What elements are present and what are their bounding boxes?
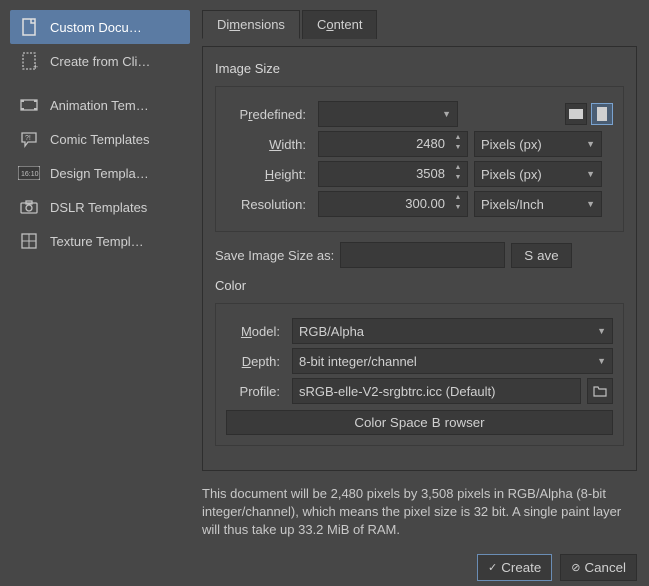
- model-select[interactable]: RGB/Alpha▼: [292, 318, 613, 344]
- film-icon: [18, 94, 40, 116]
- sidebar-item-create-clipboard[interactable]: + Create from Cli…: [10, 44, 190, 78]
- svg-text:+: +: [33, 62, 38, 71]
- profile-label: Profile:: [226, 384, 286, 399]
- sidebar-item-label: Animation Tem…: [50, 98, 149, 113]
- svg-text:?!: ?!: [25, 135, 31, 142]
- check-icon: ✓: [488, 561, 497, 574]
- folder-icon: [593, 385, 607, 397]
- save-size-button[interactable]: Save: [511, 243, 571, 268]
- resolution-input[interactable]: 300.00▲▼: [318, 191, 468, 217]
- save-as-input[interactable]: [340, 242, 505, 268]
- sidebar-item-label: Custom Docu…: [50, 20, 142, 35]
- width-unit-select[interactable]: Pixels (px)▼: [474, 131, 602, 157]
- dimensions-panel: Image Size Predefined: ▼ Width: 2480▲▼ P…: [202, 46, 637, 471]
- sidebar-item-label: Texture Templ…: [50, 234, 144, 249]
- spin-up-icon[interactable]: ▲: [451, 194, 465, 204]
- document-summary: This document will be 2,480 pixels by 3,…: [202, 485, 637, 540]
- spin-up-icon[interactable]: ▲: [451, 164, 465, 174]
- spin-down-icon[interactable]: ▼: [451, 144, 465, 154]
- profile-select[interactable]: sRGB-elle-V2-srgbtrc.icc (Default): [292, 378, 581, 404]
- tab-dimensions[interactable]: Dimensions: [202, 10, 300, 39]
- tab-content[interactable]: Content: [302, 10, 378, 39]
- profile-browse-button[interactable]: [587, 378, 613, 404]
- sidebar-item-label: Create from Cli…: [50, 54, 150, 69]
- depth-label: Depth:: [226, 354, 286, 369]
- sidebar-item-dslr[interactable]: DSLR Templates: [10, 190, 190, 224]
- width-input[interactable]: 2480▲▼: [318, 131, 468, 157]
- save-as-label: Save Image Size as:: [215, 248, 334, 263]
- color-space-browser-button[interactable]: Color Space Browser: [226, 410, 613, 435]
- clipboard-paste-icon: +: [18, 50, 40, 72]
- sidebar-item-custom-document[interactable]: Custom Docu…: [10, 10, 190, 44]
- spin-down-icon[interactable]: ▼: [451, 174, 465, 184]
- texture-grid-icon: [18, 230, 40, 252]
- sidebar-item-texture[interactable]: Texture Templ…: [10, 224, 190, 258]
- orientation-portrait-button[interactable]: [591, 103, 613, 125]
- color-title: Color: [215, 278, 624, 293]
- model-label: Model:: [226, 324, 286, 339]
- sidebar-item-label: Design Templa…: [50, 166, 149, 181]
- height-label: Height:: [226, 167, 312, 182]
- image-size-title: Image Size: [215, 61, 624, 76]
- spin-up-icon[interactable]: ▲: [451, 134, 465, 144]
- dialog-footer: ✓ Create ⊘ Cancel: [202, 550, 637, 581]
- sidebar-item-comic[interactable]: ?! Comic Templates: [10, 122, 190, 156]
- height-unit-select[interactable]: Pixels (px)▼: [474, 161, 602, 187]
- sidebar-item-label: Comic Templates: [50, 132, 149, 147]
- main-panel: Dimensions Content Image Size Predefined…: [190, 0, 649, 586]
- height-input[interactable]: 3508▲▼: [318, 161, 468, 187]
- cancel-icon: ⊘: [571, 561, 580, 574]
- color-group: Model: RGB/Alpha▼ Depth: 8-bit integer/c…: [215, 303, 624, 446]
- sidebar-item-design[interactable]: 16:10 Design Templa…: [10, 156, 190, 190]
- predefined-select[interactable]: ▼: [318, 101, 458, 127]
- resolution-unit-select[interactable]: Pixels/Inch▼: [474, 191, 602, 217]
- predefined-label: Predefined:: [226, 107, 312, 122]
- sidebar-item-label: DSLR Templates: [50, 200, 147, 215]
- sidebar-item-animation[interactable]: Animation Tem…: [10, 88, 190, 122]
- svg-text:16:10: 16:10: [21, 171, 39, 178]
- camera-icon: [18, 196, 40, 218]
- depth-select[interactable]: 8-bit integer/channel▼: [292, 348, 613, 374]
- spin-down-icon[interactable]: ▼: [451, 204, 465, 214]
- width-label: Width:: [226, 137, 312, 152]
- orientation-landscape-button[interactable]: [565, 103, 587, 125]
- aspect-ratio-icon: 16:10: [18, 162, 40, 184]
- document-icon: [18, 16, 40, 38]
- speech-bubble-icon: ?!: [18, 128, 40, 150]
- resolution-label: Resolution:: [226, 197, 312, 212]
- image-size-group: Predefined: ▼ Width: 2480▲▼ Pixels (px)▼…: [215, 86, 624, 232]
- template-sidebar: Custom Docu… + Create from Cli… Animatio…: [0, 0, 190, 586]
- cancel-button[interactable]: ⊘ Cancel: [560, 554, 637, 581]
- create-button[interactable]: ✓ Create: [477, 554, 552, 581]
- tab-bar: Dimensions Content: [202, 10, 637, 39]
